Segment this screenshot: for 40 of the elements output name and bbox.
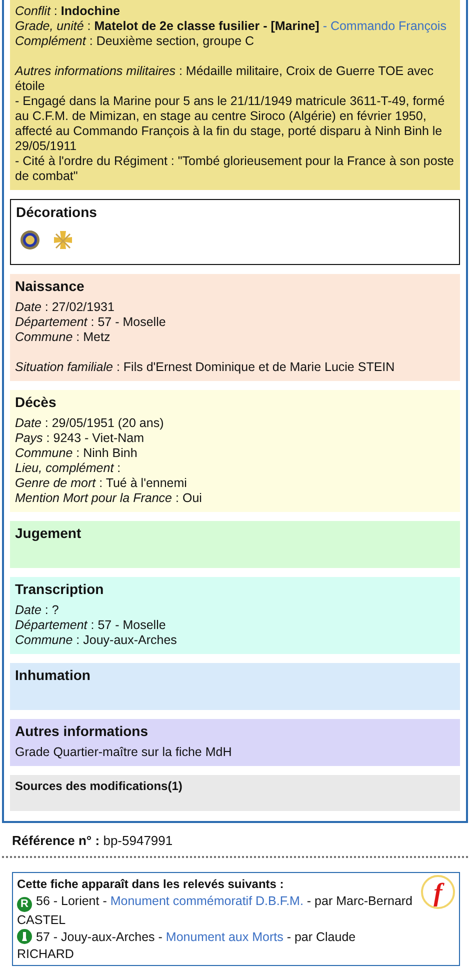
field-text: - Engagé dans la Marine pour 5 ans le 21/11/1949 matricule 3611-T-49, formé au C.F.M. de Mimizan, en stage au centre Siroco (Algérie) en février 1950, affecté au Commando François à la fin du stage, porté disparu à Ninh Binh le 29/05/1911 [15, 94, 446, 154]
releve-entry: 57 - Jouy-aux-Arches - Monument aux Morts - par Claude RICHARD [17, 929, 357, 963]
field-text: Date : 27/02/1931 [15, 300, 116, 315]
field-text: Date : 29/05/1951 (20 ans) [15, 416, 165, 431]
cross-icon [52, 230, 74, 252]
field-text: Grade, unité : Matelot de 2e classe fusilier - [Marine] - Commando François [15, 19, 448, 34]
field-text: Commune : Ninh Binh [15, 446, 138, 461]
monument-link[interactable]: Monument aux Morts [166, 930, 284, 944]
letter-badge: R [17, 897, 32, 912]
section-title: Naissance [15, 278, 84, 294]
field-text: Grade Quartier-maître sur la fiche MdH [15, 745, 233, 760]
unit-link[interactable]: - Commando François [322, 19, 446, 33]
field-text: Genre de mort : Tué à l'ennemi [15, 476, 188, 491]
monument-icon [17, 929, 32, 944]
field-text: Mention Mort pour la France : Oui [15, 491, 203, 506]
field-text: Date : ? [15, 603, 60, 618]
field-text: Pays : 9243 - Viet-Nam [15, 431, 146, 446]
field-text: Lieu, complément : [15, 461, 122, 476]
field-text: - Cité à l'ordre du Régiment : "Tombé glorieusement pour la France à son poste de combat" [15, 154, 455, 184]
section-title: Transcription [15, 581, 104, 597]
field-text: Situation familiale : Fils d'Ernest Dominique et de Marie Lucie STEIN [15, 359, 396, 375]
field-text: Complément : Deuxième section, groupe C [15, 34, 256, 49]
medal-icon [20, 230, 40, 250]
reference-text: Référence n° : bp-5947991 [12, 833, 173, 848]
field-text: Département : 57 - Moselle [15, 618, 167, 633]
field-text: Département : 57 - Moselle [15, 315, 167, 330]
field-text: Conflit : Indochine [15, 4, 121, 19]
releves-title: Cette fiche apparaît dans les relevés suivants : [17, 876, 285, 893]
section-title: Jugement [15, 525, 82, 541]
logo-badge: f [421, 875, 455, 909]
field-text: Autres informations militaires : Médaille militaire, Croix de Guerre TOE avec étoile [15, 63, 434, 94]
monument-link[interactable]: Monument commémoratif D.B.F.M. [110, 894, 304, 908]
section-title: Inhumation [15, 667, 90, 683]
field-text: Commune : Metz [15, 330, 112, 345]
sources-title[interactable]: Sources des modifications(1) [15, 779, 182, 793]
releve-entry: R 56 - Lorient - Monument commémoratif D.B.F.M. - par Marc-Bernard CASTEL [17, 893, 414, 929]
section-title: Décorations [16, 204, 97, 220]
field-text: Commune : Jouy-aux-Arches [15, 633, 178, 648]
section-title: Décès [15, 394, 56, 410]
section-title: Autres informations [15, 723, 148, 739]
